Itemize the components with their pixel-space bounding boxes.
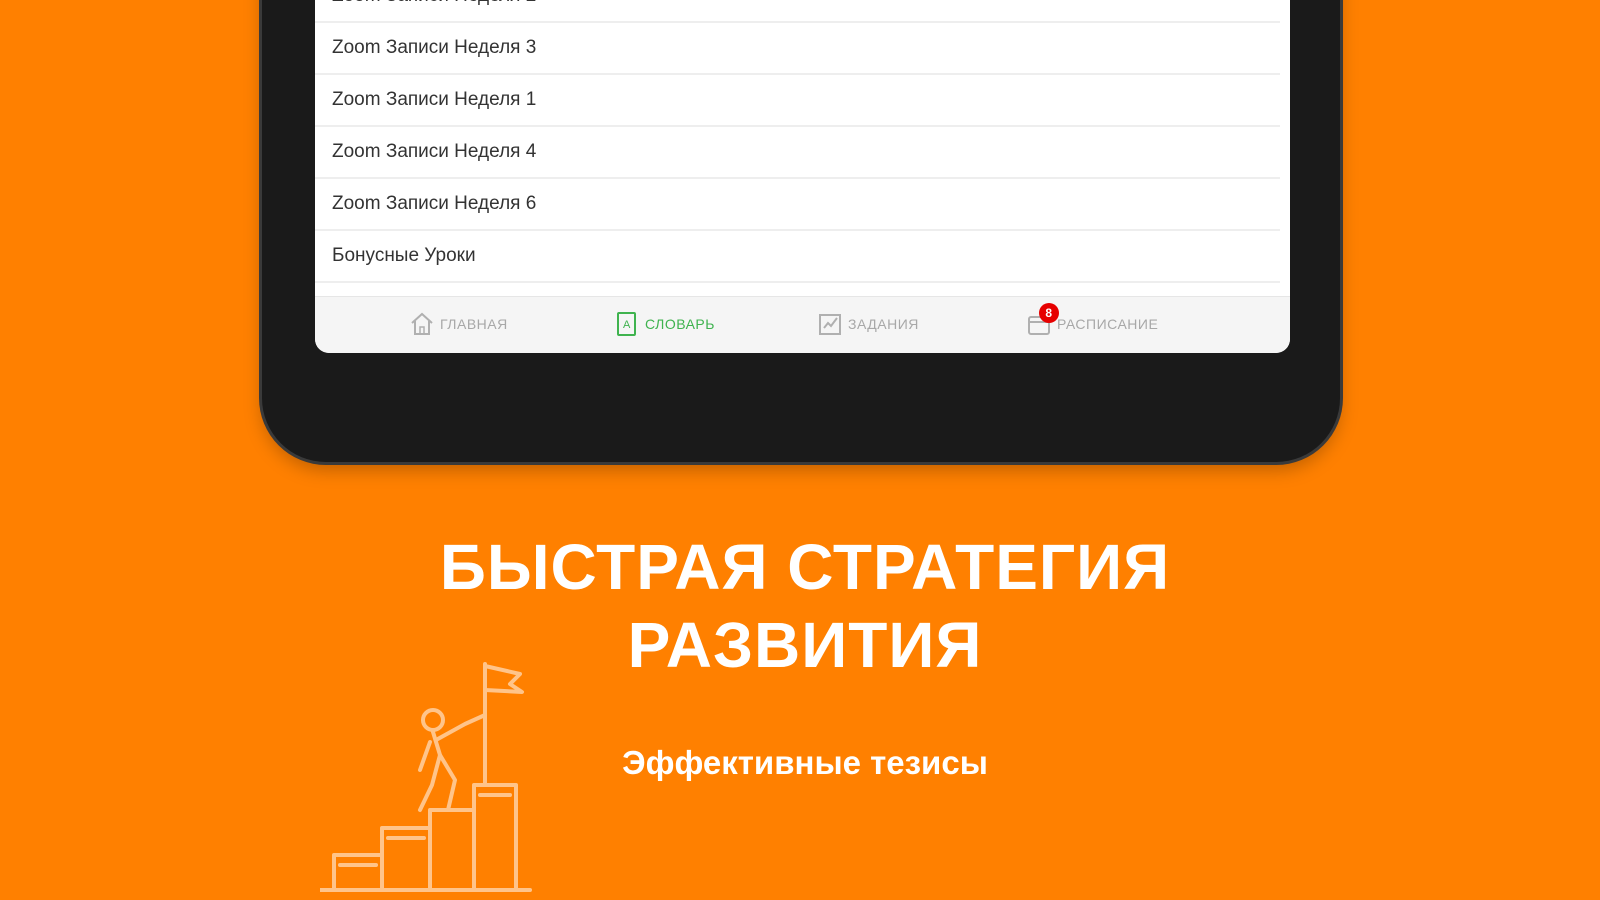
- tab-label: СЛОВАРЬ: [645, 316, 715, 332]
- svg-text:A: A: [623, 319, 631, 331]
- bottom-tab-bar: ГЛАВНАЯ A СЛОВАРЬ ЗАДАНИЯ 8 РАСПИСАНИЕ: [315, 296, 1290, 353]
- promo-subtitle: Эффективные тезисы: [622, 744, 988, 781]
- tab-label: ГЛАВНАЯ: [440, 316, 508, 332]
- list-item[interactable]: Бонусные Уроки: [315, 231, 1280, 283]
- list-item[interactable]: Zoom Записи Неделя 4: [315, 127, 1280, 179]
- home-icon: [410, 311, 434, 337]
- tab-label: ЗАДАНИЯ: [848, 316, 919, 332]
- tab-label: РАСПИСАНИЕ: [1057, 316, 1159, 332]
- headline-line: БЫСТРАЯ СТРАТЕГИЯ: [439, 531, 1171, 603]
- list-item[interactable]: Zoom Записи Неделя 1: [315, 75, 1280, 127]
- tab-tasks[interactable]: ЗАДАНИЯ: [818, 309, 919, 339]
- tasks-icon: [818, 311, 842, 337]
- list-item[interactable]: Zoom Записи Неделя 6: [315, 179, 1280, 231]
- app-screen: Zoom Записи Неделя 2 Zoom Записи Неделя …: [315, 0, 1290, 353]
- notification-badge: 8: [1039, 303, 1059, 323]
- climbing-to-flag-icon: [320, 662, 532, 892]
- list-item[interactable]: Zoom Записи Неделя 3: [315, 23, 1280, 75]
- headline-line: РАЗВИТИЯ: [627, 609, 983, 681]
- tab-home[interactable]: ГЛАВНАЯ: [410, 309, 508, 339]
- list-item[interactable]: Zoom Записи Неделя 2: [315, 0, 1280, 23]
- tablet-frame: Zoom Записи Неделя 2 Zoom Записи Неделя …: [262, 0, 1340, 462]
- dictionary-icon: A: [615, 311, 639, 337]
- tab-schedule[interactable]: 8 РАСПИСАНИЕ: [1027, 303, 1159, 339]
- promo-headline: БЫСТРАЯ СТРАТЕГИЯ РАЗВИТИЯ: [0, 528, 1600, 684]
- tab-dictionary[interactable]: A СЛОВАРЬ: [615, 309, 715, 339]
- calendar-icon: 8: [1027, 303, 1059, 337]
- lesson-list: Zoom Записи Неделя 2 Zoom Записи Неделя …: [315, 0, 1290, 335]
